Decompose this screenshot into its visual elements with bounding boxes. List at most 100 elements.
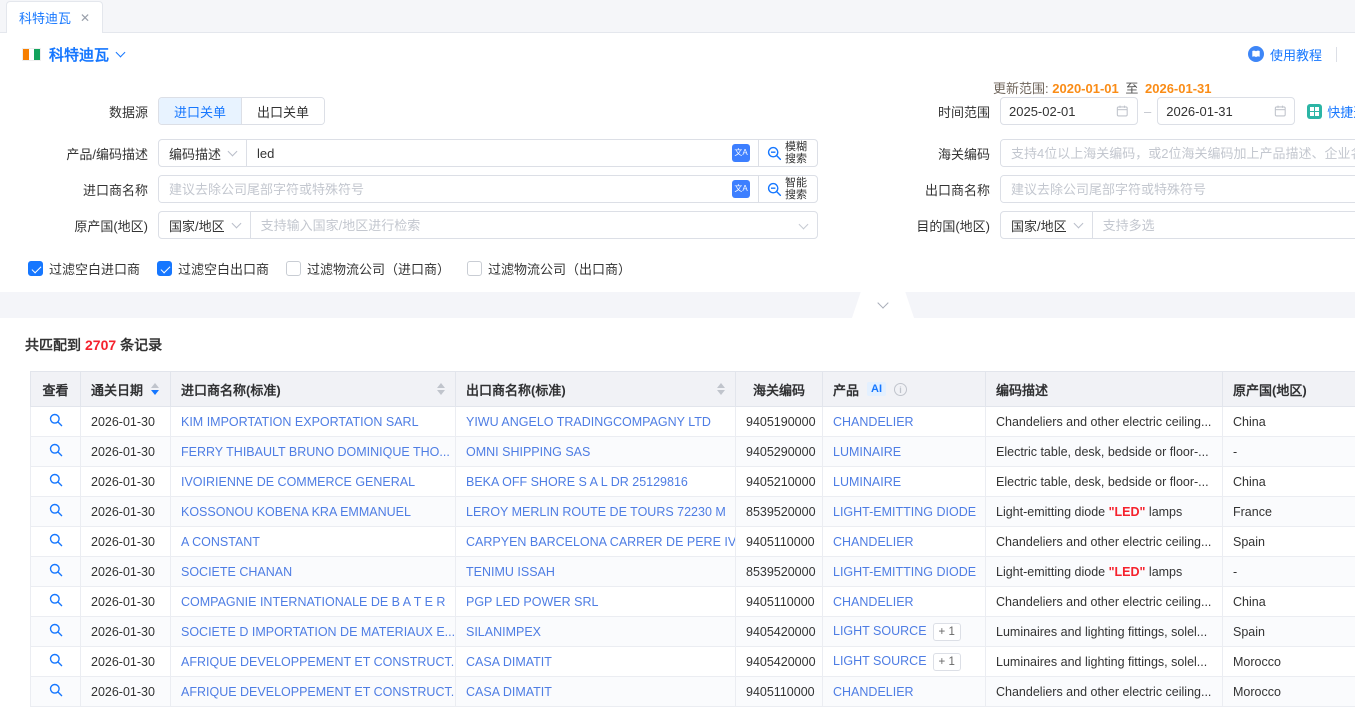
- product-type-select[interactable]: 编码描述: [159, 140, 247, 166]
- col-view: 查看: [31, 372, 81, 407]
- product-link[interactable]: CHANDELIER: [833, 535, 914, 549]
- exporter-link[interactable]: TENIMU ISSAH: [466, 565, 555, 579]
- view-record-icon[interactable]: [49, 563, 63, 577]
- importer-link[interactable]: KIM IMPORTATION EXPORTATION SARL: [181, 415, 419, 429]
- tab-cote-divoire[interactable]: 科特迪瓦 ✕: [6, 1, 103, 33]
- description-cell: Electric table, desk, bedside or floor-.…: [986, 437, 1223, 467]
- product-link[interactable]: LUMINAIRE: [833, 445, 901, 459]
- exporter-link[interactable]: CASA DIMATIT: [466, 655, 552, 669]
- close-icon[interactable]: ✕: [80, 11, 90, 25]
- checkbox-icon[interactable]: [286, 261, 301, 276]
- hs-code-input[interactable]: [1001, 140, 1355, 166]
- table-row: 2026-01-30A CONSTANTCARPYEN BARCELONA CA…: [31, 527, 1355, 557]
- exporter-link[interactable]: LEROY MERLIN ROUTE DE TOURS 72230 M: [466, 505, 726, 519]
- tab-export-customs[interactable]: 出口关单: [241, 98, 324, 124]
- view-record-icon[interactable]: [49, 623, 63, 637]
- filter-checkbox[interactable]: 过滤物流公司（进口商）: [286, 259, 450, 278]
- view-record-icon[interactable]: [49, 473, 63, 487]
- update-range-label: 更新范围:: [993, 81, 1049, 96]
- origin-type-select[interactable]: 国家/地区: [159, 212, 251, 238]
- importer-link[interactable]: SOCIETE D IMPORTATION DE MATERIAUX E...: [181, 625, 455, 639]
- more-products-badge[interactable]: + 1: [933, 653, 961, 671]
- sort-icons[interactable]: [151, 383, 159, 395]
- info-icon[interactable]: i: [894, 383, 907, 396]
- col-date[interactable]: 通关日期: [81, 372, 171, 407]
- led-highlight: "LED": [1109, 565, 1146, 579]
- exporter-link[interactable]: PGP LED POWER SRL: [466, 595, 598, 609]
- date-end-input[interactable]: [1157, 97, 1295, 125]
- importer-link[interactable]: AFRIQUE DEVELOPPEMENT ET CONSTRUCT...: [181, 685, 456, 699]
- importer-link[interactable]: IVOIRIENNE DE COMMERCE GENERAL: [181, 475, 415, 489]
- product-link[interactable]: CHANDELIER: [833, 415, 914, 429]
- col-importer[interactable]: 进口商名称(标准): [171, 372, 456, 407]
- date-end-field[interactable]: [1166, 104, 1273, 119]
- col-exporter[interactable]: 出口商名称(标准): [456, 372, 736, 407]
- exporter-link[interactable]: BEKA OFF SHORE S A L DR 25129816: [466, 475, 688, 489]
- origin-country-input[interactable]: [251, 212, 800, 238]
- filter-checkbox[interactable]: 过滤空白出口商: [157, 259, 269, 278]
- origin-cell: Morocco: [1223, 647, 1355, 677]
- origin-country-label: 原产国(地区): [0, 216, 148, 235]
- translate-icon[interactable]: 文A: [732, 144, 750, 162]
- checkbox-label: 过滤物流公司（出口商）: [488, 259, 631, 278]
- product-link[interactable]: LIGHT-EMITTING DIODE: [833, 505, 976, 519]
- more-products-badge[interactable]: + 1: [933, 623, 961, 641]
- exporter-link[interactable]: OMNI SHIPPING SAS: [466, 445, 590, 459]
- importer-link[interactable]: A CONSTANT: [181, 535, 260, 549]
- fuzzy-search-button[interactable]: 模糊搜索: [758, 140, 817, 166]
- date-start-field[interactable]: [1009, 104, 1116, 119]
- exporter-link[interactable]: SILANIMPEX: [466, 625, 541, 639]
- view-record-icon[interactable]: [49, 593, 63, 607]
- importer-link[interactable]: COMPAGNIE INTERNATIONALE DE B A T E R: [181, 595, 445, 609]
- view-record-icon[interactable]: [49, 533, 63, 547]
- quick-select-button[interactable]: 快捷选: [1307, 102, 1355, 121]
- tab-import-customs[interactable]: 进口关单: [159, 98, 241, 124]
- checkbox-icon[interactable]: [467, 261, 482, 276]
- product-link[interactable]: LIGHT-EMITTING DIODE: [833, 565, 976, 579]
- product-link[interactable]: LUMINAIRE: [833, 475, 901, 489]
- filter-checkbox[interactable]: 过滤物流公司（出口商）: [467, 259, 631, 278]
- chevron-down-icon[interactable]: [116, 48, 126, 58]
- view-record-icon[interactable]: [49, 443, 63, 457]
- date-start-input[interactable]: [1000, 97, 1138, 125]
- tutorial-button[interactable]: 使用教程: [1248, 45, 1322, 64]
- origin-cell: -: [1223, 437, 1355, 467]
- checkbox-icon[interactable]: [157, 261, 172, 276]
- translate-icon[interactable]: 文A: [732, 180, 750, 198]
- destination-country-input[interactable]: [1093, 212, 1355, 238]
- importer-link[interactable]: KOSSONOU KOBENA KRA EMMANUEL: [181, 505, 411, 519]
- table-row: 2026-01-30AFRIQUE DEVELOPPEMENT ET CONST…: [31, 647, 1355, 677]
- book-icon: [1248, 46, 1264, 62]
- importer-input[interactable]: [159, 176, 732, 202]
- page-header: 科特迪瓦 使用教程: [0, 33, 1355, 75]
- view-record-icon[interactable]: [49, 653, 63, 667]
- sort-icons[interactable]: [717, 383, 725, 395]
- description-cell: Light-emitting diode "LED" lamps: [986, 497, 1223, 527]
- destination-type-select[interactable]: 国家/地区: [1001, 212, 1093, 238]
- importer-link[interactable]: AFRIQUE DEVELOPPEMENT ET CONSTRUCT...: [181, 655, 456, 669]
- date-cell: 2026-01-30: [81, 467, 171, 497]
- country-title[interactable]: 科特迪瓦: [49, 44, 109, 65]
- exporter-link[interactable]: YIWU ANGELO TRADINGCOMPAGNY LTD: [466, 415, 711, 429]
- filter-checkbox[interactable]: 过滤空白进口商: [28, 259, 140, 278]
- view-record-icon[interactable]: [49, 683, 63, 697]
- product-search-input[interactable]: [247, 140, 732, 166]
- hs-code-cell: 9405420000: [736, 647, 823, 677]
- view-record-icon[interactable]: [49, 413, 63, 427]
- sort-icons[interactable]: [437, 383, 445, 395]
- update-range: 更新范围: 2020-01-01 至 2026-01-31: [993, 78, 1212, 97]
- exporter-link[interactable]: CASA DIMATIT: [466, 685, 552, 699]
- collapse-handle[interactable]: [852, 292, 914, 318]
- product-link[interactable]: CHANDELIER: [833, 595, 914, 609]
- exporter-input[interactable]: [1001, 176, 1355, 202]
- exporter-link[interactable]: CARPYEN BARCELONA CARRER DE PERE IV: [466, 535, 736, 549]
- product-link[interactable]: LIGHT SOURCE: [833, 654, 927, 668]
- product-link[interactable]: LIGHT SOURCE: [833, 624, 927, 638]
- importer-link[interactable]: FERRY THIBAULT BRUNO DOMINIQUE THO...: [181, 445, 450, 459]
- importer-link[interactable]: SOCIETE CHANAN: [181, 565, 292, 579]
- view-record-icon[interactable]: [49, 503, 63, 517]
- filter-panel: 更新范围: 2020-01-01 至 2026-01-31 数据源 进口关单 出…: [0, 75, 1355, 292]
- checkbox-icon[interactable]: [28, 261, 43, 276]
- product-link[interactable]: CHANDELIER: [833, 685, 914, 699]
- smart-search-button[interactable]: 智能搜索: [758, 176, 817, 202]
